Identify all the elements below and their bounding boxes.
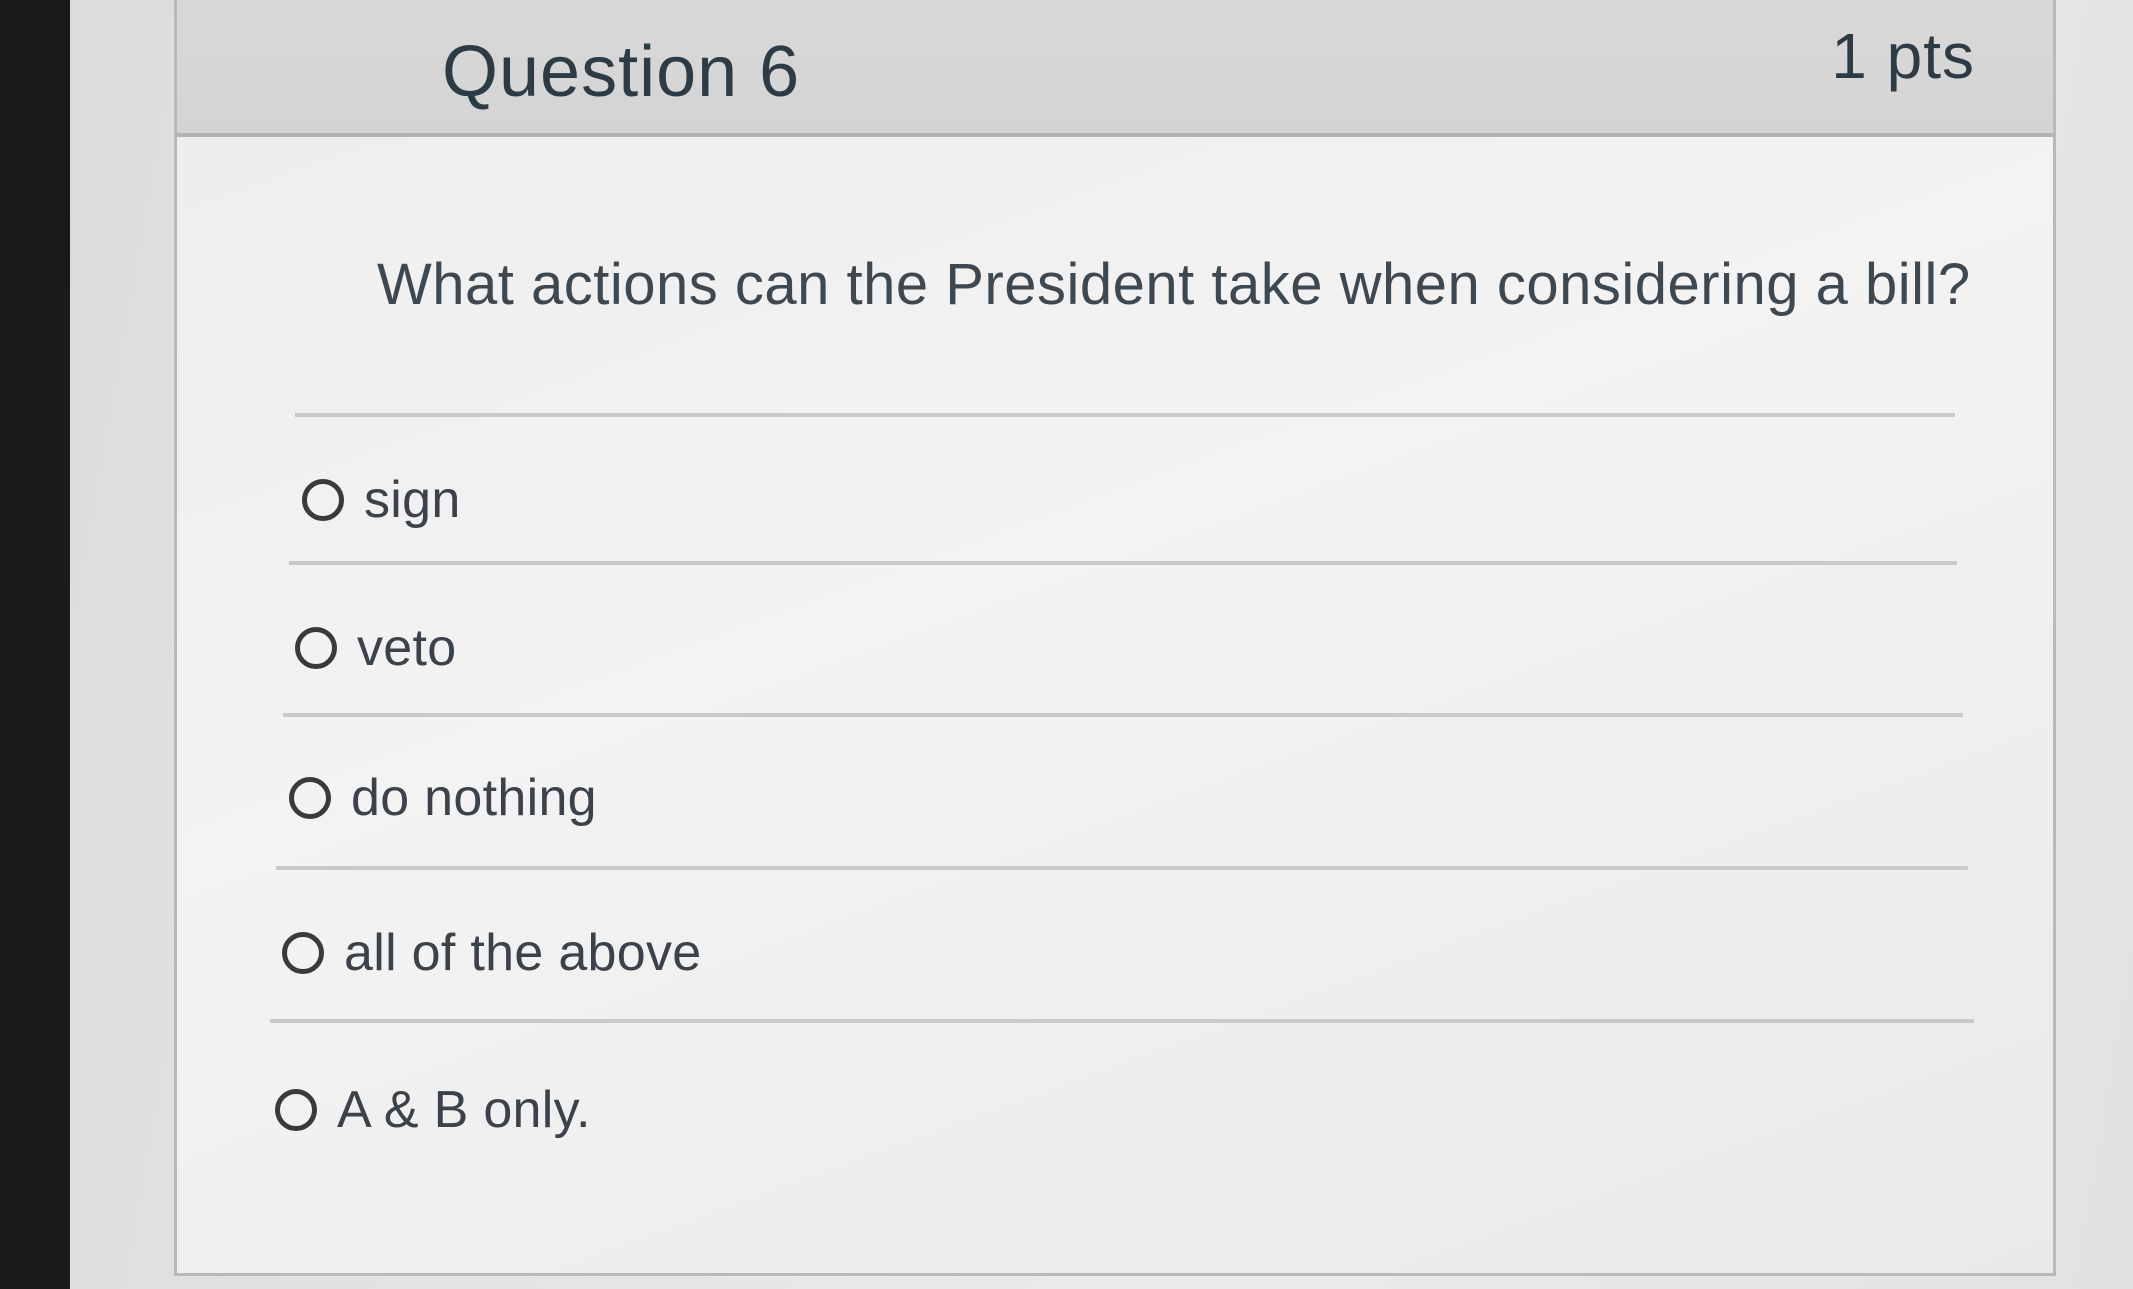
question-title: Question 6: [442, 32, 801, 112]
answer-label: veto: [357, 619, 457, 677]
question-header: Question 6 1 pts: [177, 0, 2053, 137]
answer-label: A & B only.: [337, 1081, 591, 1139]
answer-option-veto[interactable]: veto: [295, 618, 457, 678]
answer-label: all of the above: [344, 924, 702, 982]
divider: [295, 413, 1955, 417]
divider: [289, 561, 1957, 565]
answer-label: do nothing: [351, 769, 597, 827]
question-card: Question 6 1 pts What actions can the Pr…: [174, 0, 2056, 1276]
answer-option-all-of-the-above[interactable]: all of the above: [282, 923, 702, 983]
divider: [276, 866, 1968, 870]
answer-option-a-and-b-only[interactable]: A & B only.: [275, 1080, 591, 1140]
divider: [283, 713, 1963, 717]
answer-option-do-nothing[interactable]: do nothing: [289, 768, 597, 828]
screen: Question 6 1 pts What actions can the Pr…: [70, 0, 2133, 1289]
divider: [270, 1019, 1974, 1023]
question-text: What actions can the President take when…: [377, 252, 1971, 317]
answer-label: sign: [364, 471, 461, 529]
radio-button[interactable]: [295, 627, 337, 669]
radio-button[interactable]: [302, 479, 344, 521]
answer-option-sign[interactable]: sign: [302, 470, 461, 530]
question-points: 1 pts: [1831, 20, 1975, 92]
radio-button[interactable]: [289, 777, 331, 819]
radio-button[interactable]: [282, 932, 324, 974]
radio-button[interactable]: [275, 1089, 317, 1131]
